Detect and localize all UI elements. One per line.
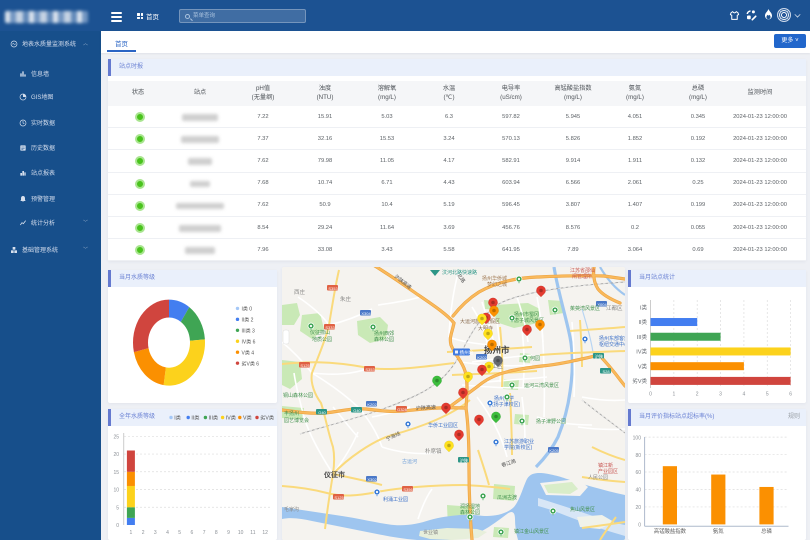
svg-text:人民公园: 人民公园 — [588, 475, 608, 481]
svg-text:利涌工业园: 利涌工业园 — [383, 496, 408, 503]
svg-text:朱庄: 朱庄 — [340, 295, 352, 303]
svg-text:闸管理所: 闸管理所 — [572, 273, 592, 280]
svg-text:沪陕高速: 沪陕高速 — [416, 404, 436, 412]
svg-text:何园: 何园 — [530, 355, 540, 362]
svg-text:扬州东部客运: 扬州东部客运 — [599, 335, 625, 342]
svg-text:G40: G40 — [318, 410, 326, 415]
svg-text:扬州市蜀冈: 扬州市蜀冈 — [514, 311, 539, 318]
svg-text:朴席镇: 朴席镇 — [425, 447, 442, 455]
svg-text:S353: S353 — [365, 367, 375, 372]
svg-text:润扬湿地: 润扬湿地 — [460, 503, 480, 510]
svg-text:江都区: 江都区 — [606, 305, 623, 312]
svg-text:梦幻之城: 梦幻之城 — [487, 281, 507, 288]
svg-text:X304: X304 — [361, 311, 371, 316]
svg-text:S125: S125 — [300, 363, 310, 368]
svg-text:K205: K205 — [549, 448, 559, 453]
svg-text:沪陕: 沪陕 — [595, 353, 603, 359]
svg-text:枢纽交通中心: 枢纽交通中心 — [599, 341, 625, 348]
svg-text:仪征市: 仪征市 — [323, 470, 345, 479]
svg-text:华侨工业园区: 华侨工业园区 — [428, 422, 458, 429]
svg-text:瓜洲古渡: 瓜洲古渡 — [497, 494, 517, 501]
svg-text:运河三湾风景区: 运河三湾风景区 — [524, 382, 559, 389]
svg-text:S28: S28 — [602, 369, 610, 374]
svg-text:地质公园: 地质公园 — [312, 336, 332, 343]
svg-text:镇江金山风景区: 镇江金山风景区 — [514, 528, 549, 535]
svg-text:丰扬州: 丰扬州 — [284, 410, 299, 417]
svg-text:G328: G328 — [397, 407, 408, 412]
svg-text:江苏省邵仙: 江苏省邵仙 — [570, 267, 595, 274]
svg-text:S125: S125 — [334, 495, 344, 500]
svg-text:森林公园: 森林公园 — [374, 336, 394, 343]
svg-text:西庄: 西庄 — [294, 288, 306, 296]
svg-text:江苏旅游职业: 江苏旅游职业 — [504, 438, 534, 445]
svg-text:世业镇: 世业镇 — [423, 529, 438, 536]
svg-text:K202: K202 — [477, 355, 487, 360]
svg-text:仪征捺山: 仪征捺山 — [310, 329, 330, 336]
svg-text:扬州站: 扬州站 — [460, 349, 474, 356]
svg-text:S353: S353 — [328, 286, 338, 291]
svg-text:(扬子津校区): (扬子津校区) — [492, 401, 521, 408]
svg-text:产业园区: 产业园区 — [598, 468, 618, 475]
svg-text:焦山风景区: 焦山风景区 — [570, 506, 595, 513]
svg-text:G40: G40 — [353, 408, 361, 413]
svg-text:扬子津野公园: 扬子津野公园 — [536, 418, 566, 425]
svg-text:扬州西郊: 扬州西郊 — [374, 330, 394, 337]
svg-text:K202: K202 — [367, 402, 377, 407]
svg-text:古运河: 古运河 — [402, 458, 417, 465]
svg-text:园艺博览会: 园艺博览会 — [284, 417, 309, 424]
svg-text:沪陕: 沪陕 — [460, 457, 468, 463]
svg-text:X302: X302 — [367, 477, 377, 482]
svg-text:茱萸湾风景区: 茱萸湾风景区 — [570, 305, 600, 312]
svg-text:铜山森林公园: 铜山森林公园 — [283, 392, 313, 399]
svg-text:扬州华侨城: 扬州华侨城 — [482, 275, 507, 282]
svg-text:镇江新: 镇江新 — [598, 462, 613, 469]
svg-text:S356: S356 — [403, 487, 413, 492]
svg-text:毛家沟: 毛家沟 — [284, 506, 299, 513]
svg-text:汶河北路快速路: 汶河北路快速路 — [442, 269, 477, 276]
svg-text:学院(新校区): 学院(新校区) — [504, 444, 533, 451]
